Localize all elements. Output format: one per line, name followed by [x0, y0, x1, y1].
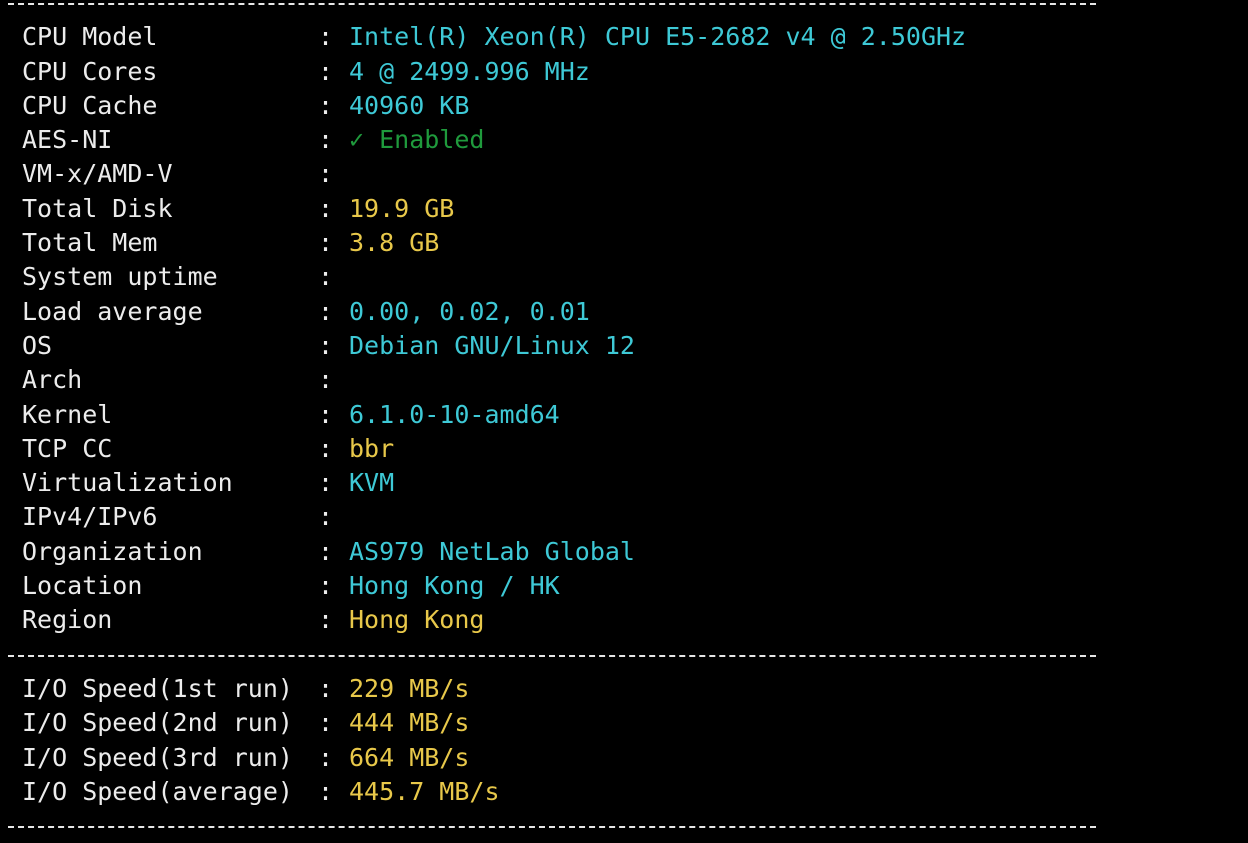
info-value: KVM — [349, 468, 395, 498]
info-value: 40960 KB — [349, 90, 470, 120]
colon-separator: : — [318, 296, 334, 326]
info-row-vm-x-amd-v: VM-x/AMD-V: — [0, 157, 1248, 191]
info-row-virtualization: Virtualization: KVM — [0, 466, 1248, 500]
info-row-tcp-cc: TCP CC: bbr — [0, 432, 1248, 466]
colon-separator: : — [318, 262, 334, 292]
info-value: AS979 NetLab Global — [349, 536, 635, 566]
info-value: 19.9 GB — [349, 193, 455, 223]
info-label: AES-NI — [22, 125, 113, 155]
info-row-system-uptime: System uptime: — [0, 260, 1248, 294]
info-label: IPv4/IPv6 — [22, 502, 158, 532]
info-label: Organization — [22, 536, 203, 566]
info-label: I/O Speed(3rd run) — [22, 742, 293, 772]
info-row-i-o-speed-1st-run: I/O Speed(1st run):229 MB/s — [0, 672, 1248, 706]
info-row-total-disk: Total Disk:19.9 GB — [0, 192, 1248, 226]
info-row-organization: Organization: AS979 NetLab Global — [0, 535, 1248, 569]
info-row-i-o-speed-2nd-run: I/O Speed(2nd run):444 MB/s — [0, 706, 1248, 740]
colon-separator: : — [318, 365, 334, 395]
info-value: 4 @ 2499.996 MHz — [349, 56, 590, 86]
colon-separator: : — [318, 502, 334, 532]
info-value: 229 MB/s — [349, 673, 470, 703]
info-row-location: Location: Hong Kong / HK — [0, 569, 1248, 603]
io-speed-section: I/O Speed(1st run):229 MB/s I/O Speed(2nd… — [0, 672, 1248, 809]
info-value: bbr — [349, 433, 395, 463]
info-row-load-average: Load average:0.00, 0.02, 0.01 — [0, 295, 1248, 329]
info-value: Hong Kong / HK — [349, 571, 560, 601]
info-row-i-o-speed-average: I/O Speed(average):445.7 MB/s — [0, 775, 1248, 809]
info-label: Region — [22, 605, 113, 635]
info-row-i-o-speed-3rd-run: I/O Speed(3rd run):664 MB/s — [0, 741, 1248, 775]
info-row-total-mem: Total Mem:3.8 GB — [0, 226, 1248, 260]
info-row-cpu-cache: CPU Cache:40960 KB — [0, 89, 1248, 123]
colon-separator: : — [318, 22, 334, 52]
colon-separator: : — [318, 571, 334, 601]
info-label: CPU Cache — [22, 90, 158, 120]
info-label: Kernel — [22, 399, 113, 429]
info-row-kernel: Kernel:6.1.0-10-amd64 — [0, 398, 1248, 432]
info-label: CPU Cores — [22, 56, 158, 86]
system-info-section: CPU Model: Intel(R) Xeon(R) CPU E5-2682 v… — [0, 20, 1248, 637]
info-row-os: OS: Debian GNU/Linux 12 — [0, 329, 1248, 363]
info-label: VM-x/AMD-V — [22, 159, 173, 189]
info-value: Intel(R) Xeon(R) CPU E5-2682 v4 @ 2.50GH… — [349, 22, 967, 52]
separator-line — [0, 809, 1248, 843]
info-value: 445.7 MB/s — [349, 776, 500, 806]
colon-separator: : — [318, 433, 334, 463]
info-label: Arch — [22, 365, 83, 395]
info-label: Location — [22, 571, 143, 601]
colon-separator: : — [318, 776, 334, 806]
colon-separator: : — [318, 468, 334, 498]
info-value: ✓ Enabled — [349, 125, 485, 155]
separator-line — [0, 638, 1248, 672]
info-value: Debian GNU/Linux 12 — [349, 330, 635, 360]
info-label: Total Disk — [22, 193, 173, 223]
info-label: I/O Speed(2nd run) — [22, 708, 293, 738]
info-label: Load average — [22, 296, 203, 326]
colon-separator: : — [318, 193, 334, 223]
info-row-aes-ni: AES-NI: ✓ Enabled — [0, 123, 1248, 157]
info-label: Total Mem — [22, 228, 158, 258]
info-label: I/O Speed(1st run) — [22, 673, 293, 703]
info-label: CPU Model — [22, 22, 158, 52]
colon-separator: : — [318, 125, 334, 155]
colon-separator: : — [318, 536, 334, 566]
separator-line — [0, 0, 1248, 20]
info-row-cpu-cores: CPU Cores:4 @ 2499.996 MHz — [0, 55, 1248, 89]
info-row-cpu-model: CPU Model: Intel(R) Xeon(R) CPU E5-2682 v… — [0, 20, 1248, 54]
info-label: OS — [22, 330, 53, 360]
info-row-region: Region: Hong Kong — [0, 603, 1248, 637]
colon-separator: : — [318, 742, 334, 772]
colon-separator: : — [318, 399, 334, 429]
colon-separator: : — [318, 673, 334, 703]
info-row-ipv4-ipv6: IPv4/IPv6: — [0, 500, 1248, 534]
colon-separator: : — [318, 708, 334, 738]
info-label: I/O Speed(average) — [22, 776, 293, 806]
info-label: Virtualization — [22, 468, 233, 498]
info-value: 0.00, 0.02, 0.01 — [349, 296, 590, 326]
info-row-arch: Arch: — [0, 363, 1248, 397]
info-value: 3.8 GB — [349, 228, 440, 258]
info-label: TCP CC — [22, 433, 113, 463]
info-value: 6.1.0-10-amd64 — [349, 399, 560, 429]
terminal-output: CPU Model: Intel(R) Xeon(R) CPU E5-2682 v… — [0, 0, 1248, 843]
colon-separator: : — [318, 228, 334, 258]
colon-separator: : — [318, 159, 334, 189]
colon-separator: : — [318, 56, 334, 86]
colon-separator: : — [318, 330, 334, 360]
info-value: Hong Kong — [349, 605, 485, 635]
colon-separator: : — [318, 90, 334, 120]
info-value: 664 MB/s — [349, 742, 470, 772]
colon-separator: : — [318, 605, 334, 635]
info-label: System uptime — [22, 262, 218, 292]
info-value: 444 MB/s — [349, 708, 470, 738]
